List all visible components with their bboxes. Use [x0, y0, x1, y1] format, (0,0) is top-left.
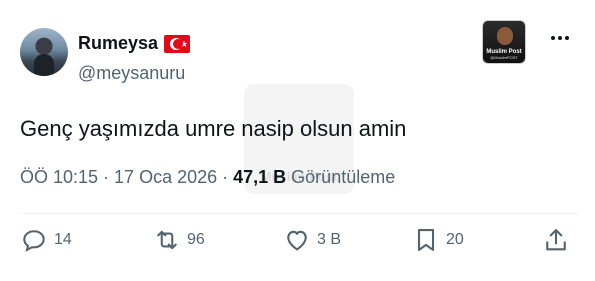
- reply-icon: [23, 230, 45, 252]
- badge-avatar-icon: [497, 27, 513, 45]
- turkey-flag-icon: ★: [164, 34, 191, 53]
- tweet-metadata: ÖÖ 10:15 · 17 Oca 2026 · 47,1 B Görüntül…: [20, 167, 395, 188]
- repost-count: 96: [187, 231, 205, 248]
- like-count: 3 B: [317, 231, 342, 248]
- display-name[interactable]: Rumeysa: [78, 33, 158, 54]
- author-name-row: Rumeysa ★: [78, 33, 191, 54]
- bookmark-icon: [417, 229, 435, 251]
- heart-icon: [287, 230, 307, 251]
- tweet-date[interactable]: 17 Oca 2026: [114, 167, 217, 187]
- like-button[interactable]: 3 B: [283, 226, 341, 254]
- tweet-time[interactable]: ÖÖ 10:15: [20, 167, 98, 187]
- views-count: 47,1 B: [233, 167, 287, 187]
- share-button[interactable]: [542, 226, 570, 254]
- meta-separator: ·: [217, 167, 234, 187]
- views-label: Görüntüleme: [286, 167, 396, 187]
- divider: [20, 213, 578, 214]
- more-options-icon[interactable]: [551, 36, 569, 40]
- meta-separator: ·: [98, 167, 115, 187]
- repost-button[interactable]: 96: [153, 226, 205, 254]
- action-bar: 14 96 3 B 20: [20, 226, 575, 262]
- reply-count: 14: [54, 231, 72, 248]
- tweet-text: Genç yaşımızda umre nasip olsun amin: [20, 116, 407, 141]
- affiliate-badge[interactable]: Muslim Post @MuslimPOST: [482, 20, 526, 64]
- bookmark-count: 20: [446, 231, 464, 248]
- share-icon: [546, 229, 566, 251]
- avatar[interactable]: [20, 28, 68, 76]
- badge-subtitle: @MuslimPOST: [490, 55, 518, 60]
- repost-icon: [157, 230, 177, 250]
- reply-button[interactable]: 14: [20, 226, 72, 254]
- bookmark-button[interactable]: 20: [412, 226, 464, 254]
- user-handle[interactable]: @meysanuru: [78, 63, 185, 84]
